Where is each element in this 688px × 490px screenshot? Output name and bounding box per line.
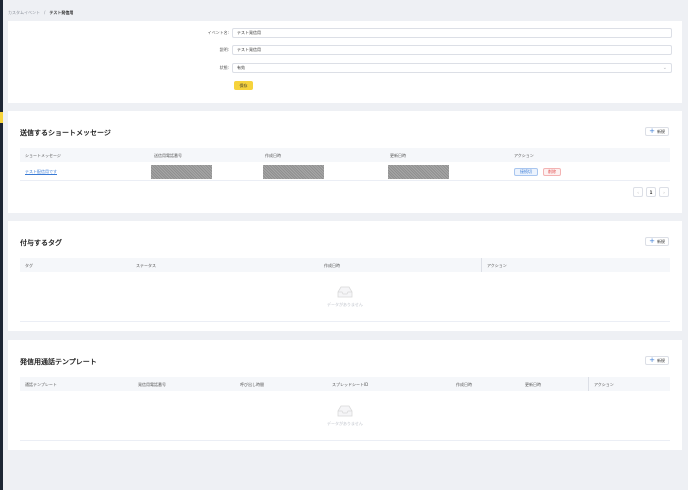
column-header: 通話テンプレート [25, 382, 57, 387]
masked-phone-number [151, 165, 212, 179]
delete-button[interactable]: 削除 [543, 168, 561, 176]
breadcrumb-current: テスト発信用 [49, 10, 74, 15]
empty-inbox-icon [337, 286, 353, 298]
column-header: 更新日時 [390, 153, 406, 158]
description-label: 説明: [219, 47, 229, 52]
event-form-card: イベント名: テスト発信用 説明: テスト発信用 状態: 有効 ⌄ 保存 [8, 21, 682, 103]
column-header: 更新日時 [525, 382, 541, 387]
status-row: 状態: 有効 ⌄ [8, 63, 682, 73]
column-divider [588, 377, 589, 391]
column-header: アクション [594, 382, 614, 387]
pagination: ‹ 1 › [633, 187, 669, 197]
disconnect-button[interactable]: 接続切 [514, 168, 538, 176]
next-page-button[interactable]: › [659, 187, 669, 197]
masked-updated-at [388, 165, 449, 179]
column-header: ショートメッセージ [25, 153, 61, 158]
save-button[interactable]: 保存 [234, 81, 253, 90]
table-row: テスト配信用です 接続切 削除 [20, 162, 670, 181]
masked-created-at [263, 165, 324, 179]
status-select[interactable]: 有効 ⌄ [232, 63, 672, 73]
templates-table-header: 通話テンプレート 発信用電話番号 呼び出し時間 スプレッドシートID 作成日時 … [20, 377, 670, 391]
app-sidebar [0, 0, 3, 490]
status-label: 状態: [219, 65, 229, 70]
column-header: タグ [25, 263, 33, 268]
tags-add-button[interactable]: + 新規 [645, 237, 669, 246]
sidebar-active-indicator [0, 112, 3, 123]
templates-empty-state: データがありません [20, 391, 670, 441]
tags-section-title: 付与するタグ [20, 239, 62, 247]
tags-empty-state: データがありません [20, 272, 670, 322]
description-input[interactable]: テスト発信用 [232, 45, 672, 55]
column-header: 作成日時 [265, 153, 281, 158]
tags-table-header: タグ ステータス 作成日時 アクション [20, 258, 670, 272]
plus-icon: + [649, 237, 655, 245]
column-header: ステータス [136, 263, 156, 268]
chevron-down-icon: ⌄ [662, 65, 667, 71]
plus-icon: + [649, 127, 655, 135]
sms-section-title: 送信するショートメッセージ [20, 129, 111, 137]
call-templates-card: 発信用通話テンプレート + 新規 通話テンプレート 発信用電話番号 呼び出し時間… [8, 340, 682, 450]
empty-state-text: データがありません [327, 421, 363, 426]
tags-card: 付与するタグ + 新規 タグ ステータス 作成日時 アクション データがありませ… [8, 221, 682, 331]
event-name-row: イベント名: テスト発信用 [8, 28, 682, 38]
breadcrumb: カスタムイベント / テスト発信用 [8, 10, 73, 16]
column-header: スプレッドシートID [332, 382, 369, 387]
prev-page-button[interactable]: ‹ [633, 187, 643, 197]
breadcrumb-separator: / [44, 10, 46, 15]
column-header: 発信用電話番号 [138, 382, 166, 387]
page-1-button[interactable]: 1 [646, 187, 656, 197]
column-header: アクション [514, 153, 534, 158]
column-header: 作成日時 [324, 263, 340, 268]
templates-add-button[interactable]: + 新規 [645, 356, 669, 365]
column-header: 作成日時 [456, 382, 472, 387]
sms-message-link[interactable]: テスト配信用です [25, 169, 57, 175]
sms-card: 送信するショートメッセージ + 新規 ショートメッセージ 送信用電話番号 作成日… [8, 111, 682, 213]
plus-icon: + [649, 356, 655, 364]
sms-add-button[interactable]: + 新規 [645, 127, 669, 136]
description-row: 説明: テスト発信用 [8, 45, 682, 55]
column-header: 送信用電話番号 [154, 153, 182, 158]
event-name-label: イベント名: [207, 30, 229, 35]
breadcrumb-parent[interactable]: カスタムイベント [8, 10, 40, 16]
templates-section-title: 発信用通話テンプレート [20, 358, 97, 366]
event-name-input[interactable]: テスト発信用 [232, 28, 672, 38]
empty-state-text: データがありません [327, 302, 363, 307]
column-header: アクション [487, 263, 507, 268]
column-header: 呼び出し時間 [240, 382, 264, 387]
empty-inbox-icon [337, 405, 353, 417]
sms-table-header: ショートメッセージ 送信用電話番号 作成日時 更新日時 アクション [20, 148, 670, 162]
column-divider [481, 258, 482, 272]
